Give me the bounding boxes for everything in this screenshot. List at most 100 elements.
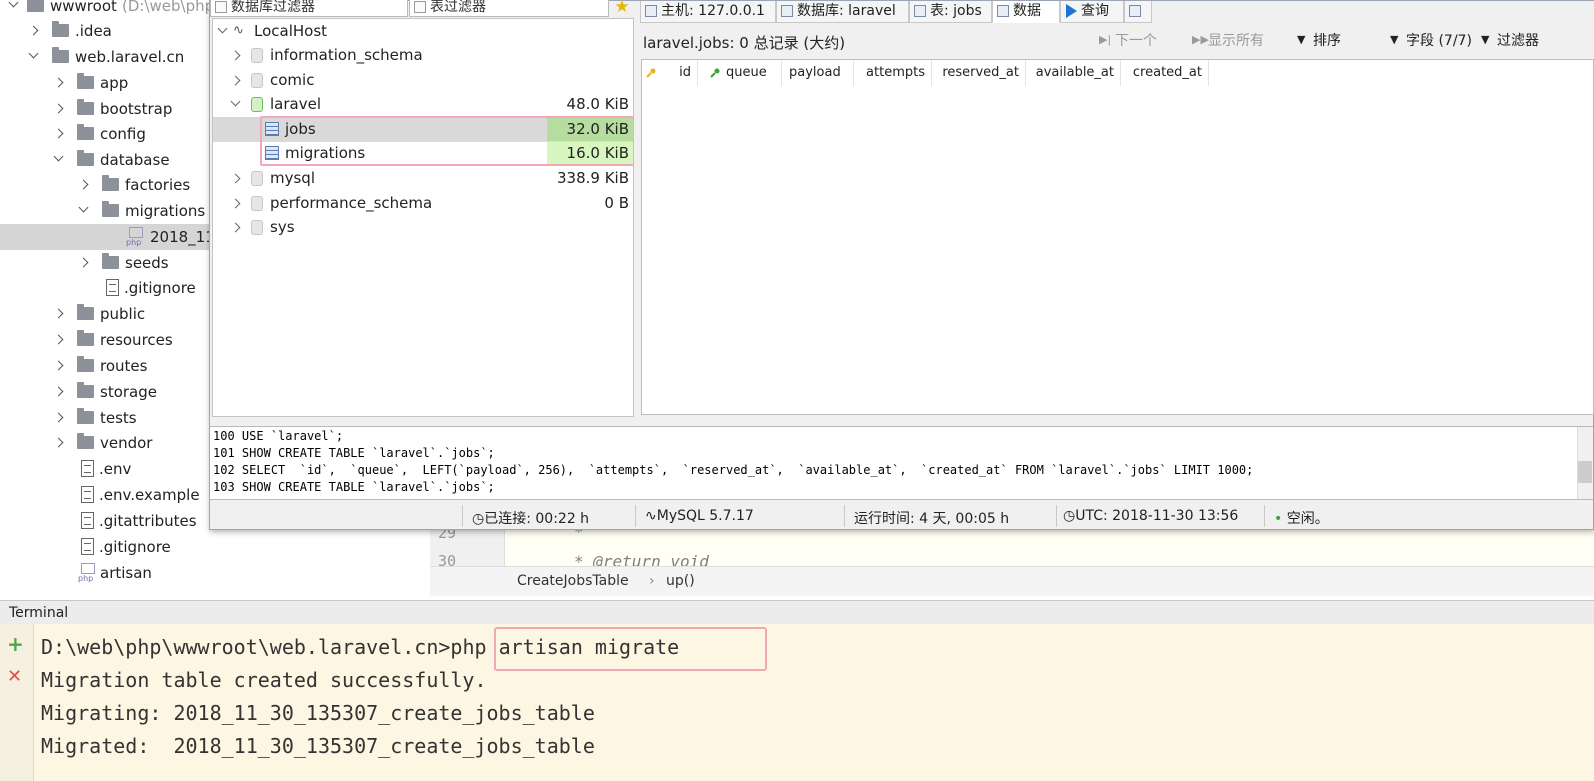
chevron-down-icon[interactable] [217,23,228,34]
status-idle: • 空闲。 [1274,511,1329,527]
tree-db-laravel[interactable]: laravel 48.0 KiB [213,92,633,117]
tab-host[interactable]: 主机: 127.0.0.1 [640,1,776,23]
add-terminal-icon[interactable]: + [7,634,24,654]
column-header-payload[interactable]: payload [782,60,854,86]
folder-icon [77,304,94,320]
chevron-right-icon[interactable] [230,75,241,86]
tree-item-label: 2018_11 [150,228,215,246]
tab-data[interactable]: 数据 [992,1,1060,23]
folder-icon [77,356,94,372]
chevron-right-icon[interactable] [28,25,39,36]
index-key-icon [710,68,720,78]
chevron-right-icon[interactable] [53,103,64,114]
chevron-right-icon[interactable] [53,412,64,423]
terminal-output-line: Migration table created successfully. [41,668,487,692]
close-terminal-icon[interactable]: ✕ [7,667,22,687]
folder-icon [77,124,94,140]
chevron-right-icon[interactable] [53,437,64,448]
sort-icon: ▼ [1297,33,1306,46]
chevron-right-icon[interactable] [230,198,241,209]
tree-db-comic[interactable]: comic [213,68,633,93]
data-toolbar: laravel.jobs: 0 总记录 (大约) ▶| 下一个 ▶▶ 显示所有 ▼ 排… [641,23,1594,59]
columns-icon: ▼ [1390,33,1399,46]
tree-db-size: 48.0 KiB [566,95,629,113]
status-uptime: 运行时间: 4 天, 00:05 h [854,511,1010,527]
column-header-attempts[interactable]: attempts [854,60,932,86]
tree-item-label: app [100,74,129,92]
tree-item-label: vendor [100,434,153,452]
tree-item-label: artisan [100,564,152,582]
chevron-down-icon[interactable] [28,48,39,59]
column-header-created-at[interactable]: created_at [1121,60,1209,86]
chevron-down-icon[interactable] [53,151,64,162]
chevron-right-icon[interactable] [230,222,241,233]
favorites-star-icon[interactable]: ★ [611,0,633,17]
terminal-gutter: + ✕ [0,624,34,781]
chevron-right-icon[interactable] [230,173,241,184]
column-header-queue[interactable]: queue [698,60,782,86]
tree-db-performance-schema[interactable]: performance_schema 0 B [213,191,633,216]
column-header-available-at[interactable]: available_at [1026,60,1121,86]
chevron-right-icon[interactable] [53,386,64,397]
status-divider [1264,505,1265,527]
next-button[interactable]: ▶| 下一个 [1097,30,1157,50]
breadcrumb-class[interactable]: CreateJobsTable [517,573,629,589]
text-file-icon [81,512,94,529]
filter-icon [215,1,227,13]
sort-button[interactable]: ▼ 排序 [1295,30,1341,50]
table-filter-input[interactable]: 表过滤器 [409,0,609,17]
clock-icon: ◷ [1063,508,1076,524]
terminal-panel[interactable]: + ✕ D:\web\php\wwwroot\web.laravel.cn>ph… [0,624,1594,781]
tree-db-label: performance_schema [270,194,433,212]
query-log[interactable]: 100 USE `laravel`; 101 SHOW CREATE TABLE… [210,426,1593,500]
filter-button[interactable]: ▼ 过滤器 [1479,30,1539,50]
status-connected: ◷已连接: 00:22 h [472,511,590,527]
database-filter-input[interactable]: 数据库过滤器 [210,0,408,17]
chevron-down-icon[interactable] [230,96,241,107]
chevron-right-icon[interactable] [78,179,89,190]
text-file-icon [81,486,94,503]
query-log-scrollbar[interactable] [1577,427,1593,499]
folder-icon [27,0,44,12]
tree-host[interactable]: ∿ LocalHost [213,19,633,44]
primary-key-icon [646,68,656,78]
command-highlight-box [494,627,767,671]
data-panel: laravel.jobs: 0 总记录 (大约) ▶| 下一个 ▶▶ 显示所有 ▼ 排… [641,23,1594,415]
tree-db-mysql[interactable]: mysql 338.9 KiB [213,166,633,191]
chevron-right-icon[interactable] [53,128,64,139]
chevron-right-icon[interactable] [53,308,64,319]
data-grid-icon [997,5,1009,17]
tree-db-label: mysql [270,169,315,187]
tab-new-query[interactable] [1124,1,1152,23]
php-file-icon: php [78,563,96,583]
tab-table[interactable]: 表: jobs [909,1,992,23]
status-divider [462,505,463,527]
columns-button[interactable]: ▼ 字段 (7/7) [1388,30,1472,50]
tree-item-label: .gitattributes [99,512,197,530]
tab-query[interactable]: 查询 [1060,1,1124,23]
chevron-right-icon[interactable] [78,257,89,268]
ide-window: wwwroot (D:\web\php .idea web.laravel.cn… [0,0,1594,781]
query-log-line: 103 SHOW CREATE TABLE `laravel`.`jobs`; [213,480,495,494]
folder-icon [77,382,94,398]
server-icon: ∿ [645,508,657,524]
breadcrumb-method[interactable]: up() [666,573,695,589]
chevron-right-icon[interactable] [53,334,64,345]
column-header-reserved-at[interactable]: reserved_at [932,60,1026,86]
chevron-down-icon[interactable] [78,202,89,213]
chevron-right-icon[interactable] [230,50,241,61]
tab-database[interactable]: 数据库: laravel [776,1,909,23]
chevron-right-icon[interactable] [53,77,64,88]
status-divider [1056,505,1057,527]
scrollbar-thumb[interactable] [1578,461,1592,483]
tree-db-sys[interactable]: sys [213,215,633,240]
chevron-right-icon[interactable] [53,360,64,371]
status-server-version: ∿MySQL 5.7.17 [645,508,754,524]
column-header-id[interactable]: id [642,60,698,86]
tree-db-information-schema[interactable]: information_schema [213,43,633,68]
show-all-icon: ▶▶ [1192,33,1209,46]
terminal-prompt: D:\web\php\wwwroot\web.laravel.cn> [41,635,451,659]
data-grid[interactable]: id queue payload attempts reserved_at av… [641,59,1594,415]
chevron-down-icon[interactable] [8,0,19,8]
show-all-button[interactable]: ▶▶ 显示所有 [1190,30,1264,50]
